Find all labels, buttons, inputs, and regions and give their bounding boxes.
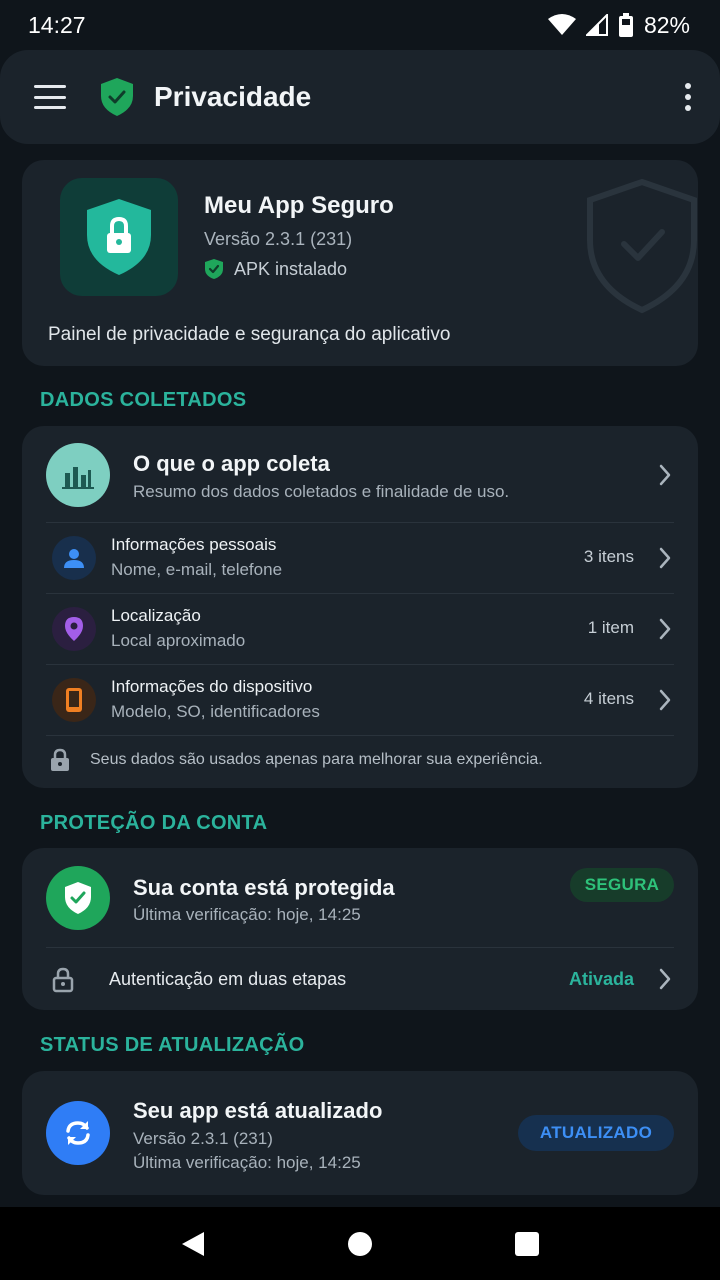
app-name: Meu App Seguro [204, 192, 394, 219]
chevron-right-icon [659, 464, 671, 486]
chevron-right-icon [659, 618, 671, 640]
app-icon [60, 178, 178, 296]
chevron-right-icon [659, 968, 671, 990]
account-protection-card: Sua conta está protegida Última verifica… [22, 848, 698, 1010]
data-item-detail: Modelo, SO, identificadores [111, 702, 320, 721]
collect-subtitle: Resumo dos dados coletados e finalidade … [133, 482, 510, 501]
data-item-label: Localização [111, 606, 201, 625]
refresh-icon [46, 1101, 110, 1165]
app-info-card: Meu App Seguro Versão 2.3.1 (231) APK in… [22, 160, 698, 366]
two-factor-label: Autenticação em duas etapas [109, 969, 347, 989]
divider [46, 735, 674, 736]
shield-check-icon [101, 78, 133, 116]
wifi-icon [547, 14, 576, 35]
page-title: Privacidade [154, 81, 312, 112]
status-badge-updated: ATUALIZADO [518, 1115, 674, 1151]
decorative-shield-icon [587, 178, 697, 314]
bar-chart-icon [46, 443, 110, 507]
menu-icon[interactable] [34, 85, 66, 109]
data-item-label: Informações do dispositivo [111, 677, 313, 696]
app-version: Versão 2.3.1 (231) [204, 229, 353, 249]
cellular-signal-icon [585, 14, 608, 36]
data-item-detail: Local aproximado [111, 631, 246, 650]
lock-icon [51, 748, 69, 771]
app-description: Painel de privacidade e segurança do apl… [48, 324, 451, 345]
update-last-check: Última verificação: hoje, 14:25 [133, 1153, 361, 1172]
chevron-right-icon [659, 689, 671, 711]
privacy-footnote: Seus dados são usados apenas para melhor… [90, 751, 543, 768]
install-status: APK instalado [204, 258, 347, 280]
data-item-count: 1 item [587, 618, 634, 637]
battery-percent: 82% [643, 11, 690, 38]
data-item-personal-info[interactable]: Informações pessoais Nome, e-mail, telef… [22, 523, 698, 593]
lock-outline-icon [52, 967, 74, 993]
section-title-update-status: STATUS DE ATUALIZAÇÃO [40, 1034, 305, 1056]
data-item-location[interactable]: Localização Local aproximado 1 item [22, 594, 698, 664]
status-time: 14:27 [28, 11, 86, 38]
update-status-card: Seu app está atualizado Versão 2.3.1 (23… [22, 1071, 698, 1195]
app-bar: Privacidade [0, 50, 720, 144]
location-pin-icon [52, 607, 96, 651]
data-item-detail: Nome, e-mail, telefone [111, 560, 283, 579]
data-collected-card: O que o app coleta Resumo dos dados cole… [22, 426, 698, 788]
back-icon[interactable] [163, 1214, 223, 1274]
section-title-account-protection: PROTEÇÃO DA CONTA [40, 812, 268, 834]
data-item-count: 4 itens [583, 689, 634, 708]
status-badge-safe: SEGURA [570, 868, 674, 902]
status-bar: 14:27 82% [0, 0, 720, 50]
update-version: Versão 2.3.1 (231) [133, 1129, 273, 1148]
update-title: Seu app está atualizado [133, 1098, 383, 1123]
collect-title: O que o app coleta [133, 451, 330, 476]
system-nav-bar [0, 1207, 720, 1280]
verified-shield-icon [205, 259, 223, 279]
section-title-data-collected: DADOS COLETADOS [40, 389, 247, 411]
person-icon [52, 536, 96, 580]
what-app-collects-row[interactable]: O que o app coleta Resumo dos dados cole… [22, 426, 698, 522]
chevron-right-icon [659, 547, 671, 569]
protection-last-check: Última verificação: hoje, 14:25 [133, 905, 361, 924]
protection-title: Sua conta está protegida [133, 875, 395, 900]
more-options-icon[interactable] [680, 83, 696, 111]
battery-icon [618, 13, 633, 37]
data-item-count: 3 itens [583, 547, 634, 566]
two-factor-status: Ativada [568, 969, 634, 989]
recents-icon[interactable] [497, 1214, 557, 1274]
data-item-label: Informações pessoais [111, 535, 277, 554]
shield-check-icon [46, 866, 110, 930]
home-icon[interactable] [330, 1214, 390, 1274]
shield-lock-icon [87, 199, 151, 275]
phone-icon [52, 678, 96, 722]
data-item-device-info[interactable]: Informações do dispositivo Modelo, SO, i… [22, 665, 698, 735]
two-factor-auth-row[interactable]: Autenticação em duas etapas Ativada [22, 948, 698, 1010]
install-status-label: APK instalado [234, 258, 348, 279]
